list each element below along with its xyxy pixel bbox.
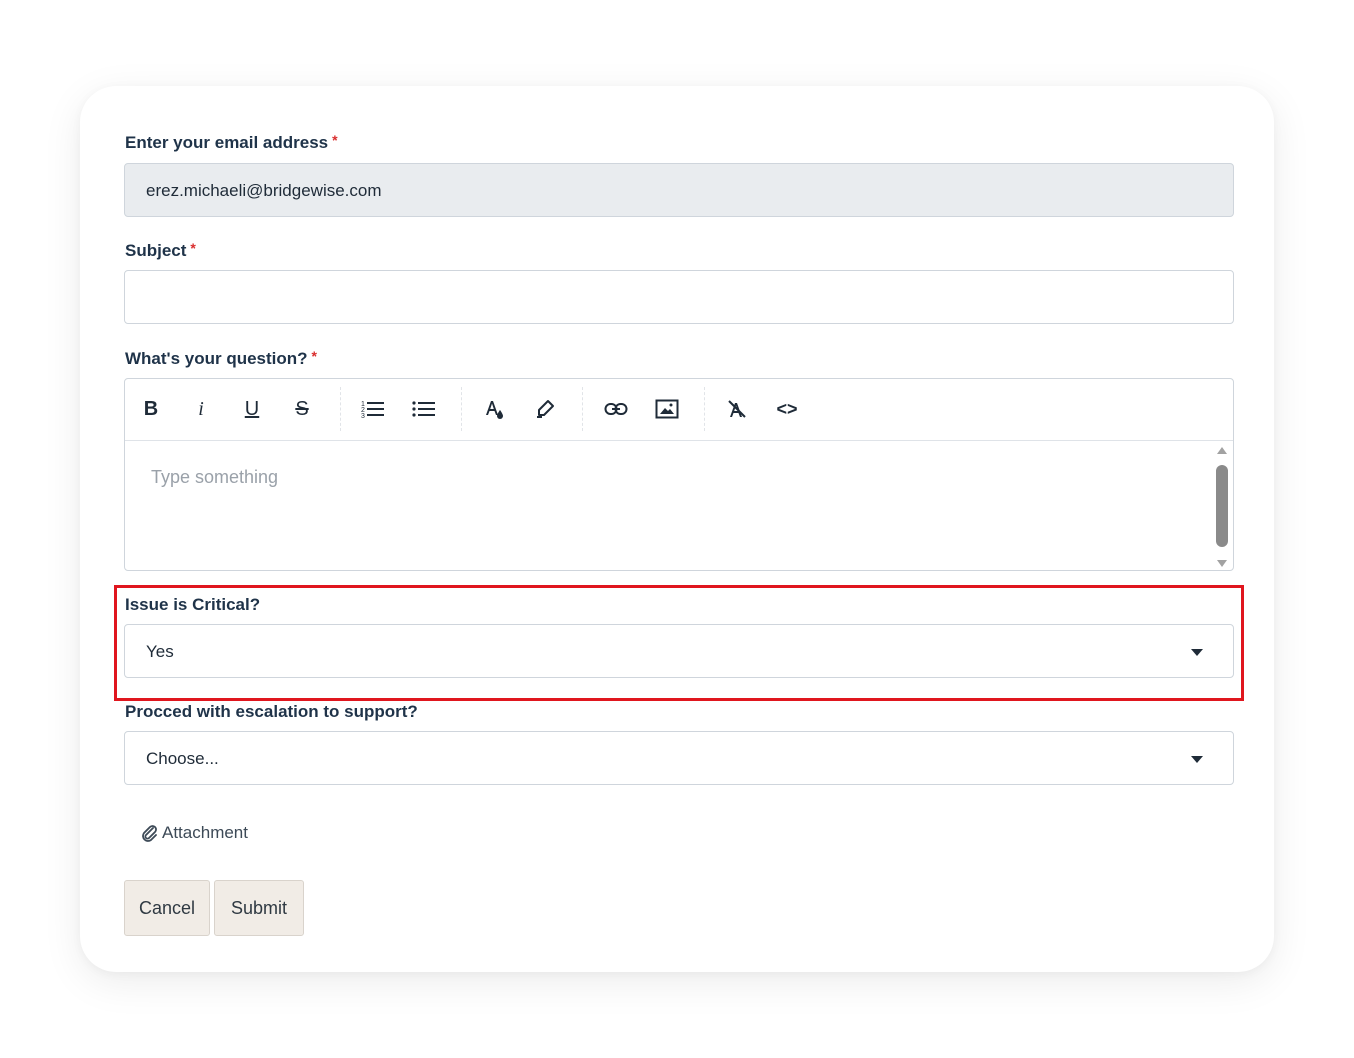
attachment-label: Attachment (162, 823, 248, 842)
cancel-button[interactable]: Cancel (124, 880, 210, 936)
required-mark: * (190, 240, 196, 256)
toolbar-divider (340, 387, 341, 431)
highlight-icon[interactable] (531, 395, 559, 423)
underline-icon[interactable]: U (238, 395, 266, 423)
highlight-box (114, 585, 1244, 701)
escalation-selected-value: Choose... (146, 749, 219, 768)
ordered-list-svg: 1 2 3 (361, 401, 384, 419)
toolbar-divider (461, 387, 462, 431)
image-svg (655, 399, 679, 419)
svg-text:3: 3 (361, 413, 365, 419)
strikethrough-icon[interactable]: S (288, 395, 316, 423)
link-icon[interactable] (602, 395, 630, 423)
bullet-list-svg (412, 401, 435, 417)
text-color-svg (486, 401, 503, 419)
email-value: erez.michaeli@bridgewise.com (146, 181, 382, 200)
code-icon[interactable]: <> (773, 395, 801, 423)
scroll-thumb[interactable] (1216, 465, 1228, 547)
image-icon[interactable] (653, 395, 681, 423)
ordered-list-icon[interactable]: 1 2 3 (359, 395, 387, 423)
email-label: Enter your email address * (125, 132, 338, 153)
editor-scrollbar[interactable] (1215, 445, 1229, 567)
submit-button[interactable]: Submit (214, 880, 304, 936)
bold-icon[interactable]: B (137, 395, 165, 423)
scroll-down-arrow-icon[interactable] (1217, 560, 1227, 567)
toolbar-divider (704, 387, 705, 431)
subject-input[interactable] (124, 270, 1234, 324)
escalation-label: Procced with escalation to support? (125, 702, 418, 721)
highlight-svg (537, 400, 554, 418)
required-mark: * (332, 132, 338, 148)
required-mark: * (311, 348, 317, 364)
bullet-list-icon[interactable] (410, 395, 438, 423)
italic-icon[interactable]: i (187, 395, 215, 423)
clear-format-icon[interactable] (723, 395, 751, 423)
email-label-text: Enter your email address (125, 133, 329, 152)
text-color-icon[interactable] (480, 395, 508, 423)
question-label: What's your question? * (125, 348, 317, 369)
question-label-text: What's your question? (125, 349, 308, 368)
subject-label: Subject * (125, 240, 196, 261)
escalation-select[interactable]: Choose... (124, 731, 1234, 785)
editor-toolbar: B i U S 1 2 3 <> (125, 379, 1233, 441)
attachment-link[interactable]: Attachment (141, 823, 248, 843)
paperclip-icon (142, 825, 157, 842)
link-svg (604, 403, 628, 415)
email-field[interactable]: erez.michaeli@bridgewise.com (124, 163, 1234, 217)
chevron-down-icon (1191, 756, 1203, 763)
clear-format-svg (728, 400, 746, 418)
subject-label-text: Subject (125, 241, 187, 260)
question-textarea[interactable]: Type something (151, 467, 278, 488)
scroll-up-arrow-icon[interactable] (1217, 447, 1227, 454)
question-editor: B i U S 1 2 3 <> Type something (124, 378, 1234, 571)
toolbar-divider (582, 387, 583, 431)
